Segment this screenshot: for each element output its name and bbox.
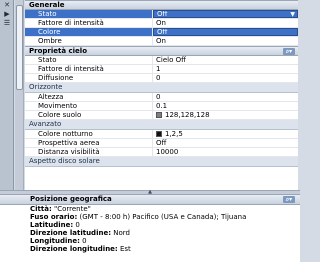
geo-value: Nord	[111, 229, 130, 237]
geo-label: Direzione latitudine:	[30, 229, 111, 237]
chevron-down-icon[interactable]: ▼	[290, 11, 295, 17]
property-value-color[interactable]: 1,2,5	[153, 130, 298, 138]
scrollbar-thumb[interactable]	[16, 5, 23, 90]
property-row-colore-suolo[interactable]: Colore suolo 128,128,128	[25, 111, 298, 120]
geo-longitude: Longitudine: 0	[0, 237, 300, 245]
property-name: Distanza visibilità	[25, 148, 153, 156]
property-row-stato[interactable]: Stato Off ▼	[25, 10, 298, 19]
property-row-altezza[interactable]: Altezza 0	[25, 93, 298, 102]
subsection-orizzonte[interactable]: Orizzonte	[25, 83, 298, 93]
property-name: Colore	[25, 28, 153, 36]
property-name: Colore notturno	[25, 130, 153, 138]
property-row-distanza-visibilita[interactable]: Distanza visibilità 10000	[25, 148, 298, 157]
property-row-prospettiva-aerea[interactable]: Prospettiva aerea Off	[25, 139, 298, 148]
close-icon[interactable]: ✕	[3, 2, 11, 9]
preview-icon[interactable]: ⌕▾	[283, 48, 295, 55]
property-name: Altezza	[25, 93, 153, 101]
property-row-colore[interactable]: Colore Off	[25, 28, 298, 37]
property-value[interactable]: 1	[153, 65, 298, 73]
geo-value: (GMT - 8:00 h) Pacifico (USA e Canada); …	[77, 213, 247, 221]
geo-latitude: Latitudine: 0	[0, 221, 300, 229]
property-name: Ombre	[25, 37, 153, 45]
property-value[interactable]: 0.1	[153, 102, 298, 110]
property-row-diffusione[interactable]: Diffusione 0	[25, 74, 298, 83]
geo-value: 0	[73, 221, 80, 229]
geo-value: Est	[117, 245, 131, 253]
color-swatch	[156, 131, 162, 137]
section-proprieta-cielo[interactable]: Proprietà cielo ⌕▾	[25, 46, 298, 56]
property-dropdown[interactable]: Off ▼	[153, 10, 298, 18]
property-value[interactable]: Off	[153, 139, 298, 147]
property-name: Stato	[25, 10, 153, 18]
subsection-title: Avanzato	[29, 120, 62, 128]
geo-label: Direzione longitudine:	[30, 245, 118, 253]
geo-label: Longitudine:	[30, 237, 80, 245]
subsection-avanzato[interactable]: Avanzato	[25, 120, 298, 130]
properties-menu-icon[interactable]: ☰	[3, 20, 11, 27]
geo-longitude-direction: Direzione longitudine: Est	[0, 245, 300, 253]
geo-label: Latitudine:	[30, 221, 74, 229]
property-value[interactable]: 0	[153, 74, 298, 82]
autohide-icon[interactable]: ▶	[3, 11, 11, 18]
geo-city: Città: "Corrente"	[0, 205, 300, 213]
property-name: Stato	[25, 56, 153, 64]
property-value[interactable]: On	[153, 19, 298, 27]
property-value: 128,128,128	[165, 111, 210, 119]
subsection-title: Orizzonte	[29, 83, 63, 91]
color-swatch	[156, 112, 162, 118]
geo-latitude-direction: Direzione latitudine: Nord	[0, 229, 300, 237]
property-row-colore-notturno[interactable]: Colore notturno 1,2,5	[25, 130, 298, 139]
property-value: 1,2,5	[165, 130, 183, 138]
property-value[interactable]: On	[153, 37, 298, 45]
property-row-stato-cielo[interactable]: Stato Cielo Off	[25, 56, 298, 65]
geographic-location-panel: Posizione geografica ⌕▾ Città: "Corrente…	[0, 195, 300, 262]
property-row-ombre[interactable]: Ombre On	[25, 37, 298, 46]
property-value[interactable]: Off	[153, 28, 298, 36]
geo-label: Città:	[30, 205, 52, 213]
geo-label: Fuso orario:	[30, 213, 78, 221]
vertical-scrollbar[interactable]	[15, 0, 24, 190]
section-generale[interactable]: Generale	[25, 0, 298, 10]
section-title: Generale	[29, 1, 65, 9]
property-name: Prospettiva aerea	[25, 139, 153, 147]
section-title: Proprietà cielo	[29, 47, 88, 55]
property-row-movimento[interactable]: Movimento 0.1	[25, 102, 298, 111]
properties-panel: Generale Stato Off ▼ Fattore di intensit…	[25, 0, 298, 190]
property-name: Diffusione	[25, 74, 153, 82]
geo-value: "Corrente"	[51, 205, 91, 213]
subsection-aspetto-disco-solare[interactable]: Aspetto disco solare	[25, 157, 298, 167]
property-value[interactable]: 0	[153, 93, 298, 101]
property-name: Fattore di intensità	[25, 19, 153, 27]
subsection-title: Aspetto disco solare	[29, 157, 100, 165]
property-value[interactable]: Cielo Off	[153, 56, 298, 64]
section-title: Posizione geografica	[30, 195, 112, 203]
property-name: Fattore di intensità	[25, 65, 153, 73]
property-name: Movimento	[25, 102, 153, 110]
property-value[interactable]: 10000	[153, 148, 298, 156]
property-row-fattore-intensita[interactable]: Fattore di intensità On	[25, 19, 298, 28]
location-icon[interactable]: ⌕▾	[283, 196, 295, 203]
property-value: Off	[157, 10, 168, 18]
geo-value: 0	[79, 237, 87, 245]
property-row-fattore-intensita-cielo[interactable]: Fattore di intensità 1	[25, 65, 298, 74]
section-posizione-geografica[interactable]: Posizione geografica ⌕▾	[0, 195, 300, 205]
property-value-color[interactable]: 128,128,128	[153, 111, 298, 119]
property-name: Colore suolo	[25, 111, 153, 119]
geo-timezone: Fuso orario: (GMT - 8:00 h) Pacifico (US…	[0, 213, 300, 221]
